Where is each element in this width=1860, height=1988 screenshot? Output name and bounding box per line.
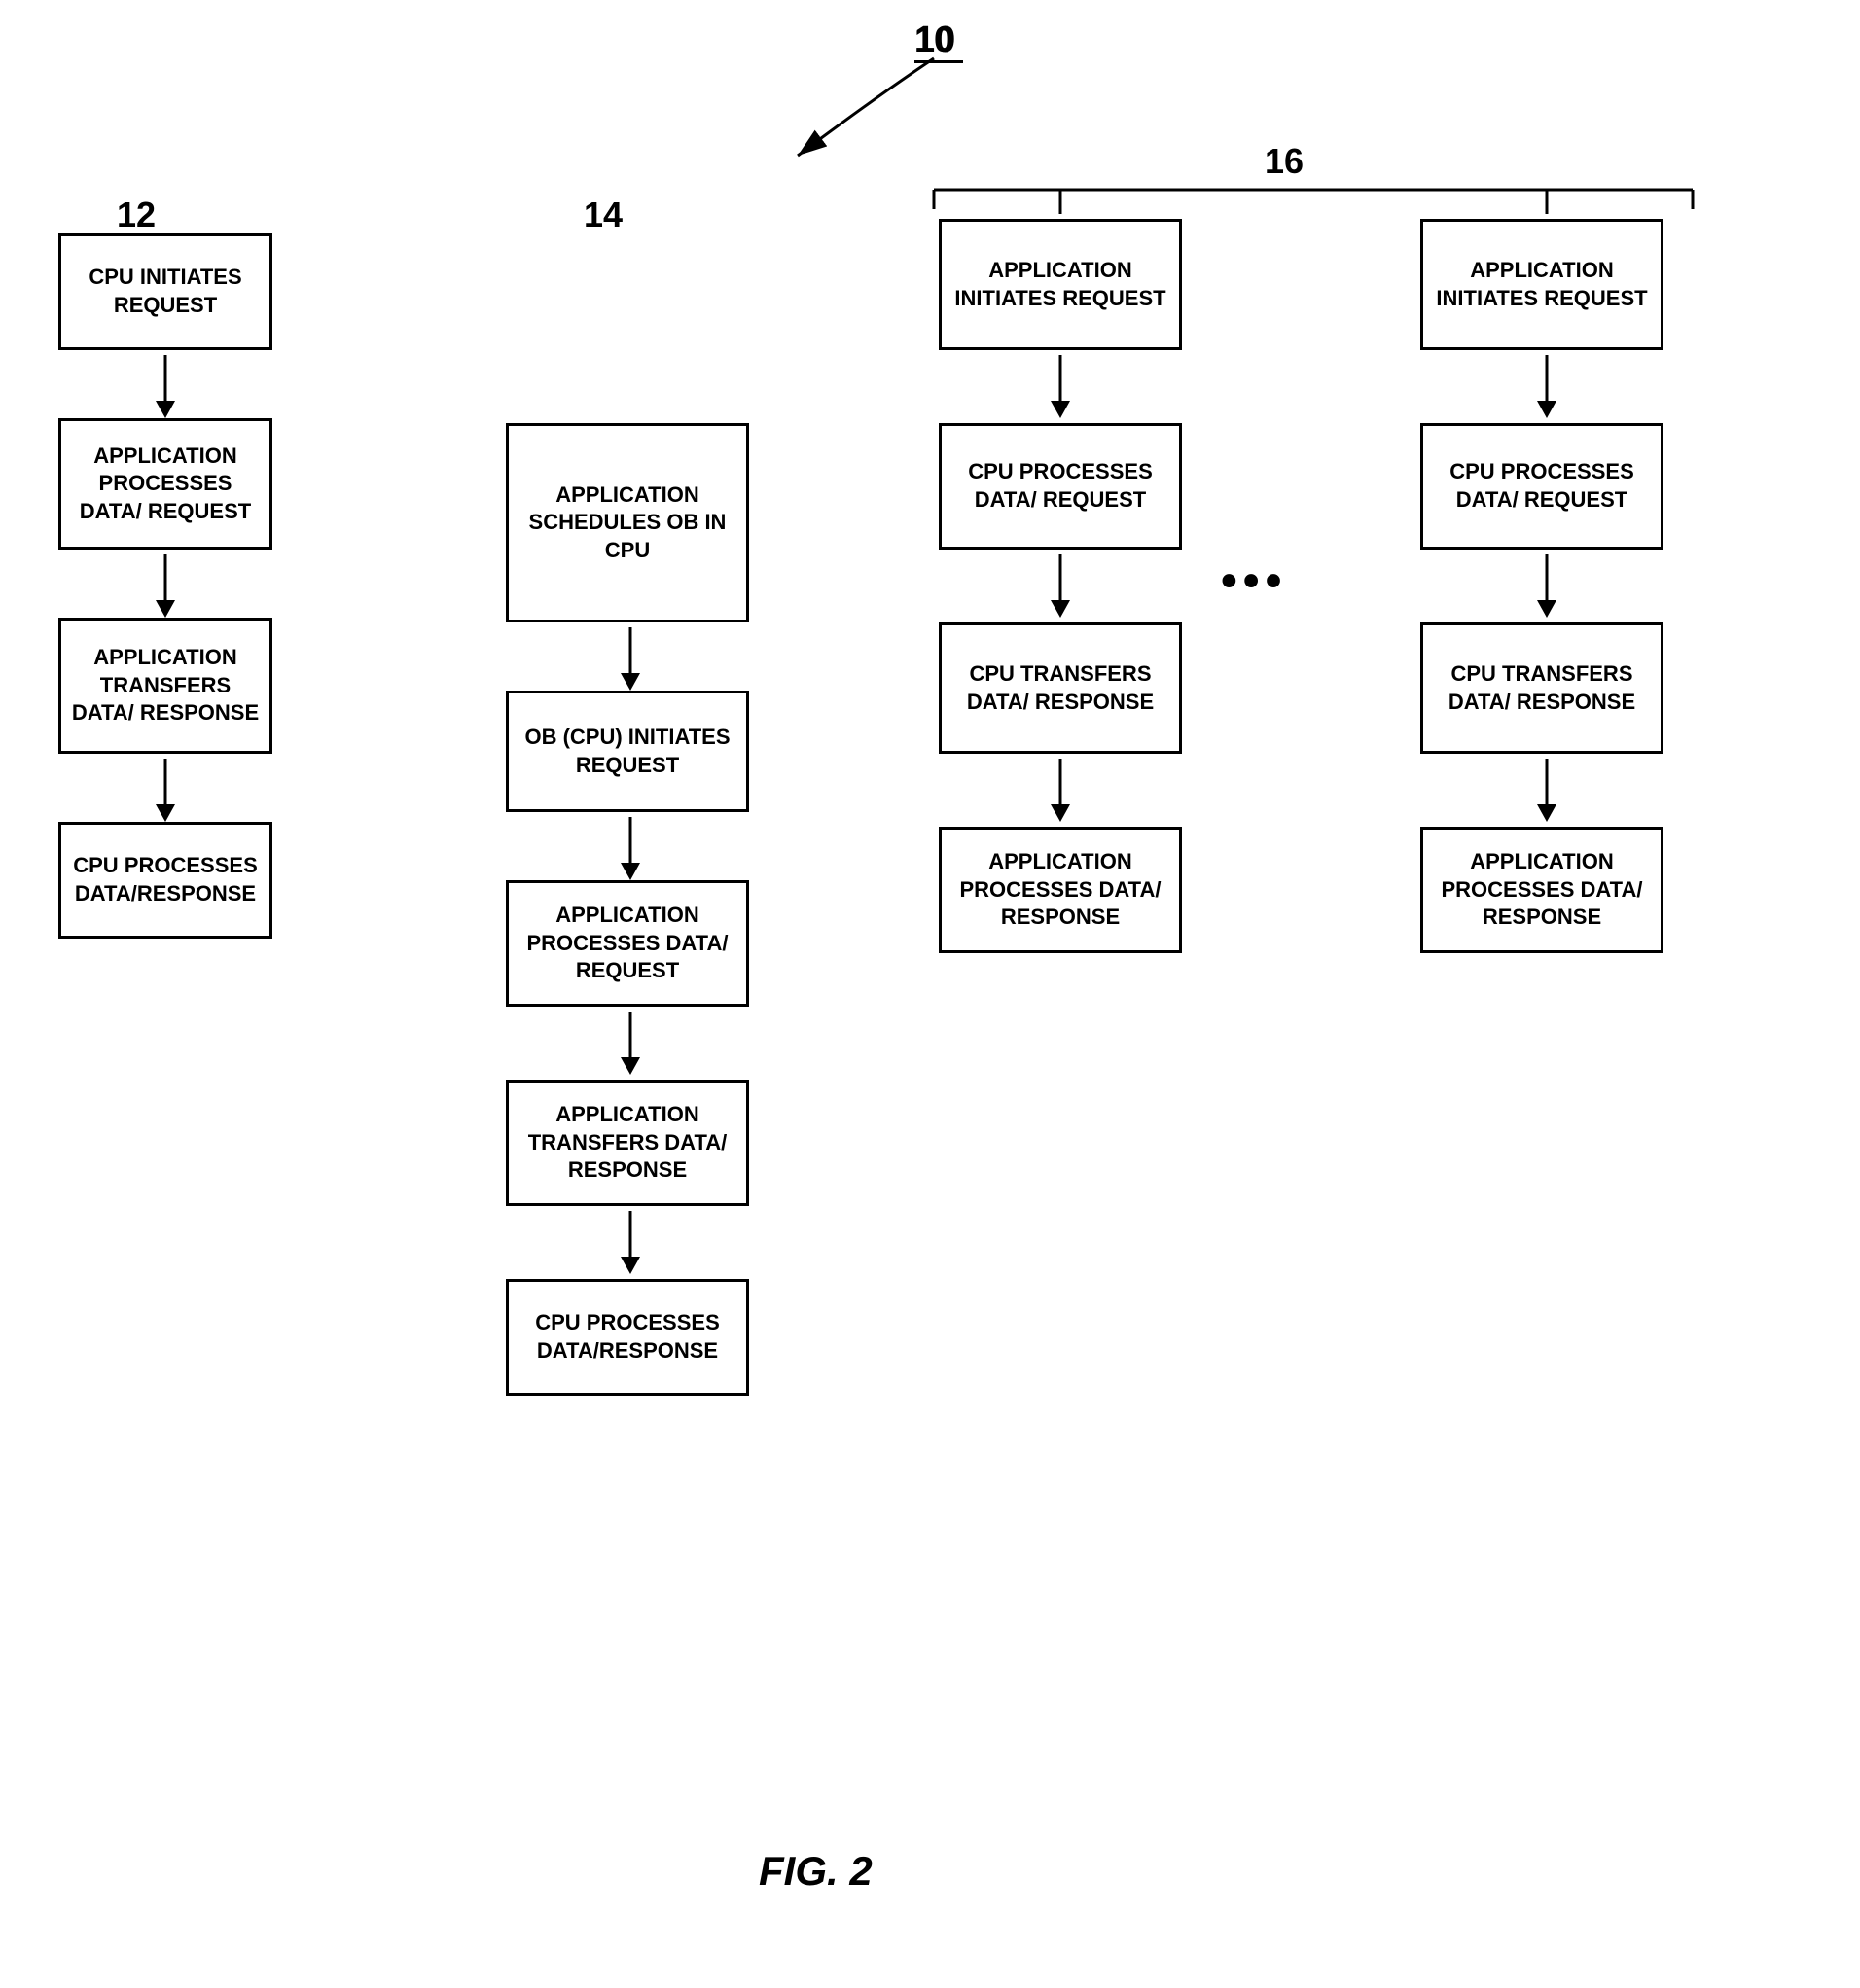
box-12-4: CPU PROCESSES DATA/RESPONSE bbox=[58, 822, 272, 939]
box-12-2: APPLICATION PROCESSES DATA/ REQUEST bbox=[58, 418, 272, 550]
box-16l-2: CPU PROCESSES DATA/ REQUEST bbox=[939, 423, 1182, 550]
diagram-container: 10 10 12 CPU INITIATES REQUEST APPLICATI… bbox=[0, 0, 1860, 1988]
box-14-3: APPLICATION PROCESSES DATA/ REQUEST bbox=[506, 880, 749, 1007]
label-16: 16 bbox=[1265, 141, 1304, 182]
box-16r-1: APPLICATION INITIATES REQUEST bbox=[1420, 219, 1663, 350]
box-16r-2: CPU PROCESSES DATA/ REQUEST bbox=[1420, 423, 1663, 550]
label-14: 14 bbox=[584, 195, 623, 235]
box-14-1: APPLICATION SCHEDULES OB IN CPU bbox=[506, 423, 749, 622]
box-14-5: CPU PROCESSES DATA/RESPONSE bbox=[506, 1279, 749, 1396]
fig-label: FIG. 2 bbox=[759, 1848, 873, 1895]
box-14-4: APPLICATION TRANSFERS DATA/ RESPONSE bbox=[506, 1080, 749, 1206]
box-16l-3: CPU TRANSFERS DATA/ RESPONSE bbox=[939, 622, 1182, 754]
box-16l-1: APPLICATION INITIATES REQUEST bbox=[939, 219, 1182, 350]
label-12: 12 bbox=[117, 195, 156, 235]
box-14-2: OB (CPU) INITIATES REQUEST bbox=[506, 691, 749, 812]
box-16r-3: CPU TRANSFERS DATA/ RESPONSE bbox=[1420, 622, 1663, 754]
box-16l-4: APPLICATION PROCESSES DATA/ RESPONSE bbox=[939, 827, 1182, 953]
box-16r-4: APPLICATION PROCESSES DATA/ RESPONSE bbox=[1420, 827, 1663, 953]
box-12-3: APPLICATION TRANSFERS DATA/ RESPONSE bbox=[58, 618, 272, 754]
ellipsis: ••• bbox=[1221, 554, 1287, 608]
box-12-1: CPU INITIATES REQUEST bbox=[58, 233, 272, 350]
